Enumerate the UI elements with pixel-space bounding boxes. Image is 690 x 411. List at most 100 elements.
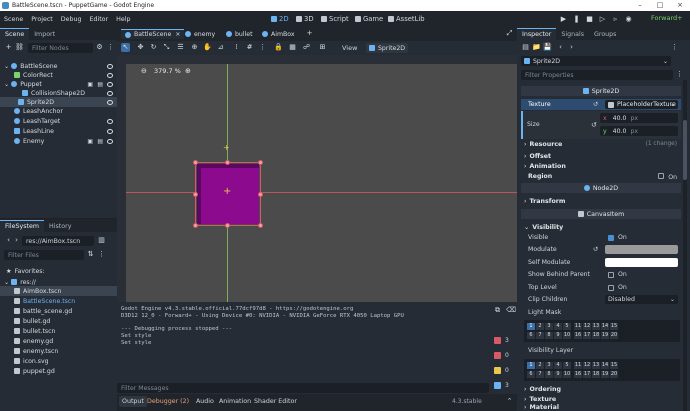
layer-bit[interactable]: 3 [545,362,553,369]
new-tab-icon[interactable]: + [305,29,314,38]
add-node-icon[interactable]: + [4,43,13,52]
tab-import[interactable]: Import [29,29,60,40]
script-icon[interactable]: ▣ [87,138,93,145]
grid-snap-icon[interactable]: # [245,43,254,52]
prop-clip-children[interactable]: Clip Children Disabled ⌄ [521,294,681,305]
layer-bit[interactable]: 13 [592,362,600,369]
scene-tab-bullet[interactable]: bullet [226,29,253,39]
film-icon[interactable]: ▤ [97,138,103,145]
rotate-tool-icon[interactable]: ↻ [149,43,158,52]
favorites-label[interactable]: ★ Favorites: [6,266,45,276]
revert-icon[interactable]: ↺ [591,121,597,129]
tab-filesystem[interactable]: FileSystem [0,220,45,232]
warning-toggle-icon[interactable] [494,352,501,359]
layout-icon[interactable]: ▥ [97,236,106,245]
file-item[interactable]: battle_scene.gd [14,306,72,316]
layer-bit[interactable]: 4 [554,362,562,369]
workspace-assetlib[interactable]: AssetLib [385,13,428,25]
layer-bit[interactable]: 14 [601,323,609,330]
movie-icon[interactable]: ◉ [625,15,632,23]
menu-debug[interactable]: Debug [57,16,86,23]
section-texture[interactable]: › Texture [521,394,681,404]
file-item[interactable]: icon.svg [14,356,49,366]
history-forward-icon[interactable]: › [567,43,576,52]
workspace-2d[interactable]: 2D [268,13,292,25]
tree-item-leashline[interactable]: LeashLine [14,126,117,136]
filter-options-icon[interactable]: ⚙ [95,43,104,52]
layer-bit[interactable]: 7 [536,371,544,378]
snap-options-icon[interactable]: ⋮ [258,43,267,52]
ruler-tool-icon[interactable]: ⊿ [216,43,225,52]
maximize-icon[interactable]: □ [650,0,670,11]
layer-bit[interactable]: 4 [554,323,562,330]
tab-debugger[interactable]: Debugger (2) [147,398,189,405]
layer-bit[interactable]: 18 [592,371,600,378]
layer-bit[interactable]: 12 [583,362,591,369]
object-options-icon[interactable]: ⋮ [670,43,679,52]
section-visibility[interactable]: ⌄ Visibility [521,222,681,232]
load-resource-icon[interactable]: 📁 [532,43,541,52]
section-animation[interactable]: › Animation [521,161,681,171]
script-attach-icon[interactable]: ⋮ [106,43,115,52]
workspace-script[interactable]: Script [318,13,352,25]
tree-item-enemy[interactable]: Enemy ▣ ▤ [14,136,117,146]
scale-tool-icon[interactable]: ⤡ [162,43,171,52]
self-modulate-color-picker[interactable] [605,258,678,267]
sprite2d-menu[interactable]: Sprite2D [366,43,409,53]
pivot-tool-icon[interactable]: ⊕ [190,43,199,52]
expand-panel-icon[interactable]: ⌃ [505,397,514,406]
options-icon[interactable]: ⋮ [97,250,106,259]
layer-bit[interactable]: 3 [545,323,553,330]
play-custom-icon[interactable]: ▹ [612,15,619,23]
layer-bit[interactable]: 13 [592,323,600,330]
film-icon[interactable]: ▤ [97,81,103,88]
play-scene-icon[interactable]: ▷ [599,15,606,23]
section-resource[interactable]: › Resource (1 change) [521,139,681,149]
layer-bit[interactable]: 12 [583,323,591,330]
output-filter-input[interactable]: Filter Messages [117,383,489,393]
tree-item-leashanchor[interactable]: LeashAnchor [14,106,117,116]
group-icon[interactable]: ▦ [288,43,297,52]
layer-bit[interactable]: 10 [563,332,571,339]
layer-bit[interactable]: 18 [592,332,600,339]
layer-bit[interactable]: 16 [574,371,582,378]
layer-bit[interactable]: 19 [601,332,609,339]
layer-bit[interactable]: 20 [610,332,618,339]
menu-project[interactable]: Project [27,16,57,23]
message-toggle-icon[interactable] [494,367,501,374]
resize-handle[interactable] [258,223,263,228]
layer-bit[interactable]: 7 [536,332,544,339]
pan-tool-icon[interactable]: ✋ [203,43,212,52]
layer-bit[interactable]: 5 [563,362,571,369]
prop-top-level[interactable]: Top Level On [521,282,681,293]
top-level-checkbox[interactable] [608,284,614,291]
layer-bit[interactable]: 6 [527,332,535,339]
scrollbar-thumb[interactable] [683,120,687,180]
clip-children-dropdown[interactable]: Disabled ⌄ [605,295,678,304]
prop-self-modulate[interactable]: Self Modulate [521,257,681,268]
file-item[interactable]: enemy.tscn [14,346,58,356]
resize-handle[interactable] [225,223,230,228]
show-behind-checkbox[interactable] [608,271,614,278]
file-item[interactable]: bullet.gd [14,316,50,326]
menu-help[interactable]: Help [112,16,134,23]
revert-icon[interactable]: ↺ [593,101,598,108]
tab-shader-editor[interactable]: Shader Editor [254,398,297,405]
tree-item-leashtarget[interactable]: LeashTarget [14,116,117,126]
revert-icon[interactable]: ↺ [593,246,598,253]
filesystem-path[interactable]: res://AimBox.tscn [22,236,94,246]
layer-bit[interactable]: 20 [610,371,618,378]
layer-bit[interactable]: 19 [601,371,609,378]
link-icon[interactable]: ⛓ [15,43,24,52]
copy-icon[interactable]: ⧉ [493,306,502,315]
zoom-in-icon[interactable]: ⊕ [185,67,191,75]
selected-object-path[interactable]: Sprite2D ⌄ [521,56,671,66]
layer-bit[interactable]: 1 [527,323,535,330]
prop-show-behind-parent[interactable]: Show Behind Parent On [521,269,681,280]
file-item[interactable]: bullet.tscn [14,326,55,336]
file-item[interactable]: BattleScene.tscn [14,296,75,306]
pause-icon[interactable]: ❚ [573,15,580,23]
lock-icon[interactable]: 🔒 [274,43,283,52]
layer-bit[interactable]: 2 [536,362,544,369]
visibility-eye-icon[interactable] [107,128,113,134]
